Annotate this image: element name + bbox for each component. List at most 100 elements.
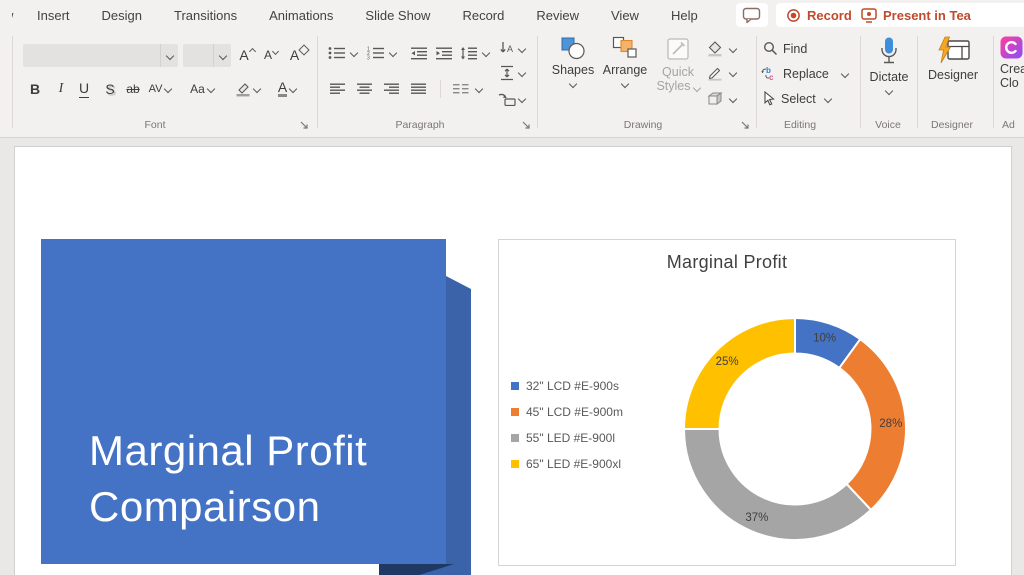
data-label-0: 10% [813,333,836,345]
donut-slice-3[interactable] [684,318,795,429]
tab-slide-show[interactable]: Slide Show [349,8,446,23]
convert-smartart-button[interactable] [496,88,518,110]
numbering-button[interactable]: 1 2 3 [366,42,386,64]
clear-formatting-button[interactable]: A [288,44,310,66]
arrange-button[interactable]: Arrange [600,36,650,87]
legend-item-0[interactable]: 32" LCD #E-900s [511,378,623,393]
text-shadow-button[interactable]: S [99,78,121,100]
donut-chart[interactable]: 10%28%37%25% [681,315,909,543]
record-button[interactable]: Record [776,3,862,27]
shrink-font-button[interactable]: A [260,44,282,66]
shape-effects-icon [707,91,723,107]
tab-design[interactable]: Design [86,8,158,23]
shape-fill-button[interactable] [704,38,726,60]
align-right-button[interactable] [381,78,403,100]
shape-effects-button[interactable] [704,88,726,110]
tab-record[interactable]: Record [446,8,520,23]
find-button[interactable]: Find [763,41,807,56]
legend-item-2[interactable]: 55" LED #E-900l [511,430,623,445]
dialog-launcher-icon [740,120,751,131]
numbered-list-icon: 1 2 3 [367,46,385,60]
shape-effects-dropdown[interactable] [728,88,738,110]
shape-outline-dropdown[interactable] [728,62,738,84]
slide-title-line2: Compairson [89,479,367,535]
replace-icon: b c [761,66,778,81]
text-highlight-button[interactable] [232,78,262,100]
align-center-icon [357,83,373,95]
underline-button[interactable]: U [73,78,95,100]
increase-indent-icon [435,46,453,60]
shape-outline-button[interactable] [704,62,726,84]
create-clips-button[interactable]: Crea Clo [1000,36,1024,90]
tab-partial[interactable]: w [12,8,21,23]
italic-button[interactable]: I [50,78,72,100]
align-left-button[interactable] [327,78,349,100]
svg-text:3: 3 [367,56,370,60]
tab-animations[interactable]: Animations [253,8,349,23]
ribbon: A A A B I U S ab AV Aa A Font [0,30,1024,138]
line-spacing-dropdown[interactable] [481,42,491,64]
comment-icon [742,7,762,24]
legend-item-3[interactable]: 65" LED #E-900xl [511,456,623,471]
shapes-icon [560,36,586,60]
tab-insert[interactable]: Insert [21,8,86,23]
menu-tabs-list: InsertDesignTransitionsAnimationsSlide S… [21,8,714,23]
align-text-icon [499,65,515,81]
bullets-dropdown[interactable] [349,42,359,64]
align-text-dropdown[interactable] [517,62,527,84]
drawing-dialog-launcher[interactable] [740,118,752,130]
replace-button[interactable]: b c Replace [761,66,848,81]
justify-button[interactable] [408,78,430,100]
font-size-combobox[interactable] [183,44,231,67]
change-case-button[interactable]: Aa [188,78,216,100]
chart-object[interactable]: Marginal Profit 32" LCD #E-900s 45" LCD #… [498,239,956,566]
tab-transitions[interactable]: Transitions [158,8,253,23]
donut-slice-2[interactable] [684,429,871,540]
smartart-dropdown[interactable] [517,88,527,110]
grow-font-button[interactable]: A [236,44,258,66]
designer-button[interactable]: Designer [922,36,984,82]
tab-review[interactable]: Review [520,8,595,23]
columns-dropdown[interactable] [474,78,484,100]
align-left-icon [330,83,346,95]
align-text-button[interactable] [496,62,518,84]
tab-help[interactable]: Help [655,8,714,23]
text-direction-dropdown[interactable] [517,38,527,60]
bold-button[interactable]: B [24,78,46,100]
arrange-icon [612,36,638,60]
decrease-indent-button[interactable] [408,42,430,64]
slide[interactable]: Marginal Profit Compairson Marginal Prof… [14,146,1012,575]
character-spacing-button[interactable]: AV [147,78,173,100]
paragraph-dialog-launcher[interactable] [521,118,533,130]
font-size-dropdown-icon[interactable] [213,44,231,67]
record-button-label: Record [807,8,852,23]
shapes-button[interactable]: Shapes [548,36,598,87]
data-label-2: 37% [745,512,768,524]
legend-label: 65" LED #E-900xl [526,457,621,471]
line-spacing-button[interactable] [458,42,480,64]
drawing-group-label: Drawing [598,118,688,132]
legend-item-1[interactable]: 45" LCD #E-900m [511,404,623,419]
align-center-button[interactable] [354,78,376,100]
font-color-button[interactable]: A [272,78,302,100]
replace-dropdown-icon[interactable] [841,69,849,77]
strikethrough-button[interactable]: ab [122,78,144,100]
select-button[interactable]: Select [763,91,831,106]
numbering-dropdown[interactable] [388,42,398,64]
columns-button[interactable] [450,78,472,100]
comments-button[interactable] [736,3,768,27]
font-name-dropdown-icon[interactable] [160,44,178,67]
chart-title[interactable]: Marginal Profit [499,252,955,273]
dictate-button[interactable]: Dictate [864,36,914,94]
font-name-combobox[interactable] [23,44,178,67]
slide-title[interactable]: Marginal Profit Compairson [89,423,367,535]
text-direction-button[interactable]: A [496,38,518,60]
increase-indent-button[interactable] [433,42,455,64]
bullets-button[interactable] [327,42,347,64]
shape-fill-dropdown[interactable] [728,38,738,60]
tab-view[interactable]: View [595,8,655,23]
present-in-teams-button[interactable]: Present in Tea [851,3,1024,27]
quick-styles-button[interactable]: Quick Styles [652,36,704,93]
font-dialog-launcher[interactable] [299,118,311,130]
select-dropdown-icon[interactable] [824,94,832,102]
